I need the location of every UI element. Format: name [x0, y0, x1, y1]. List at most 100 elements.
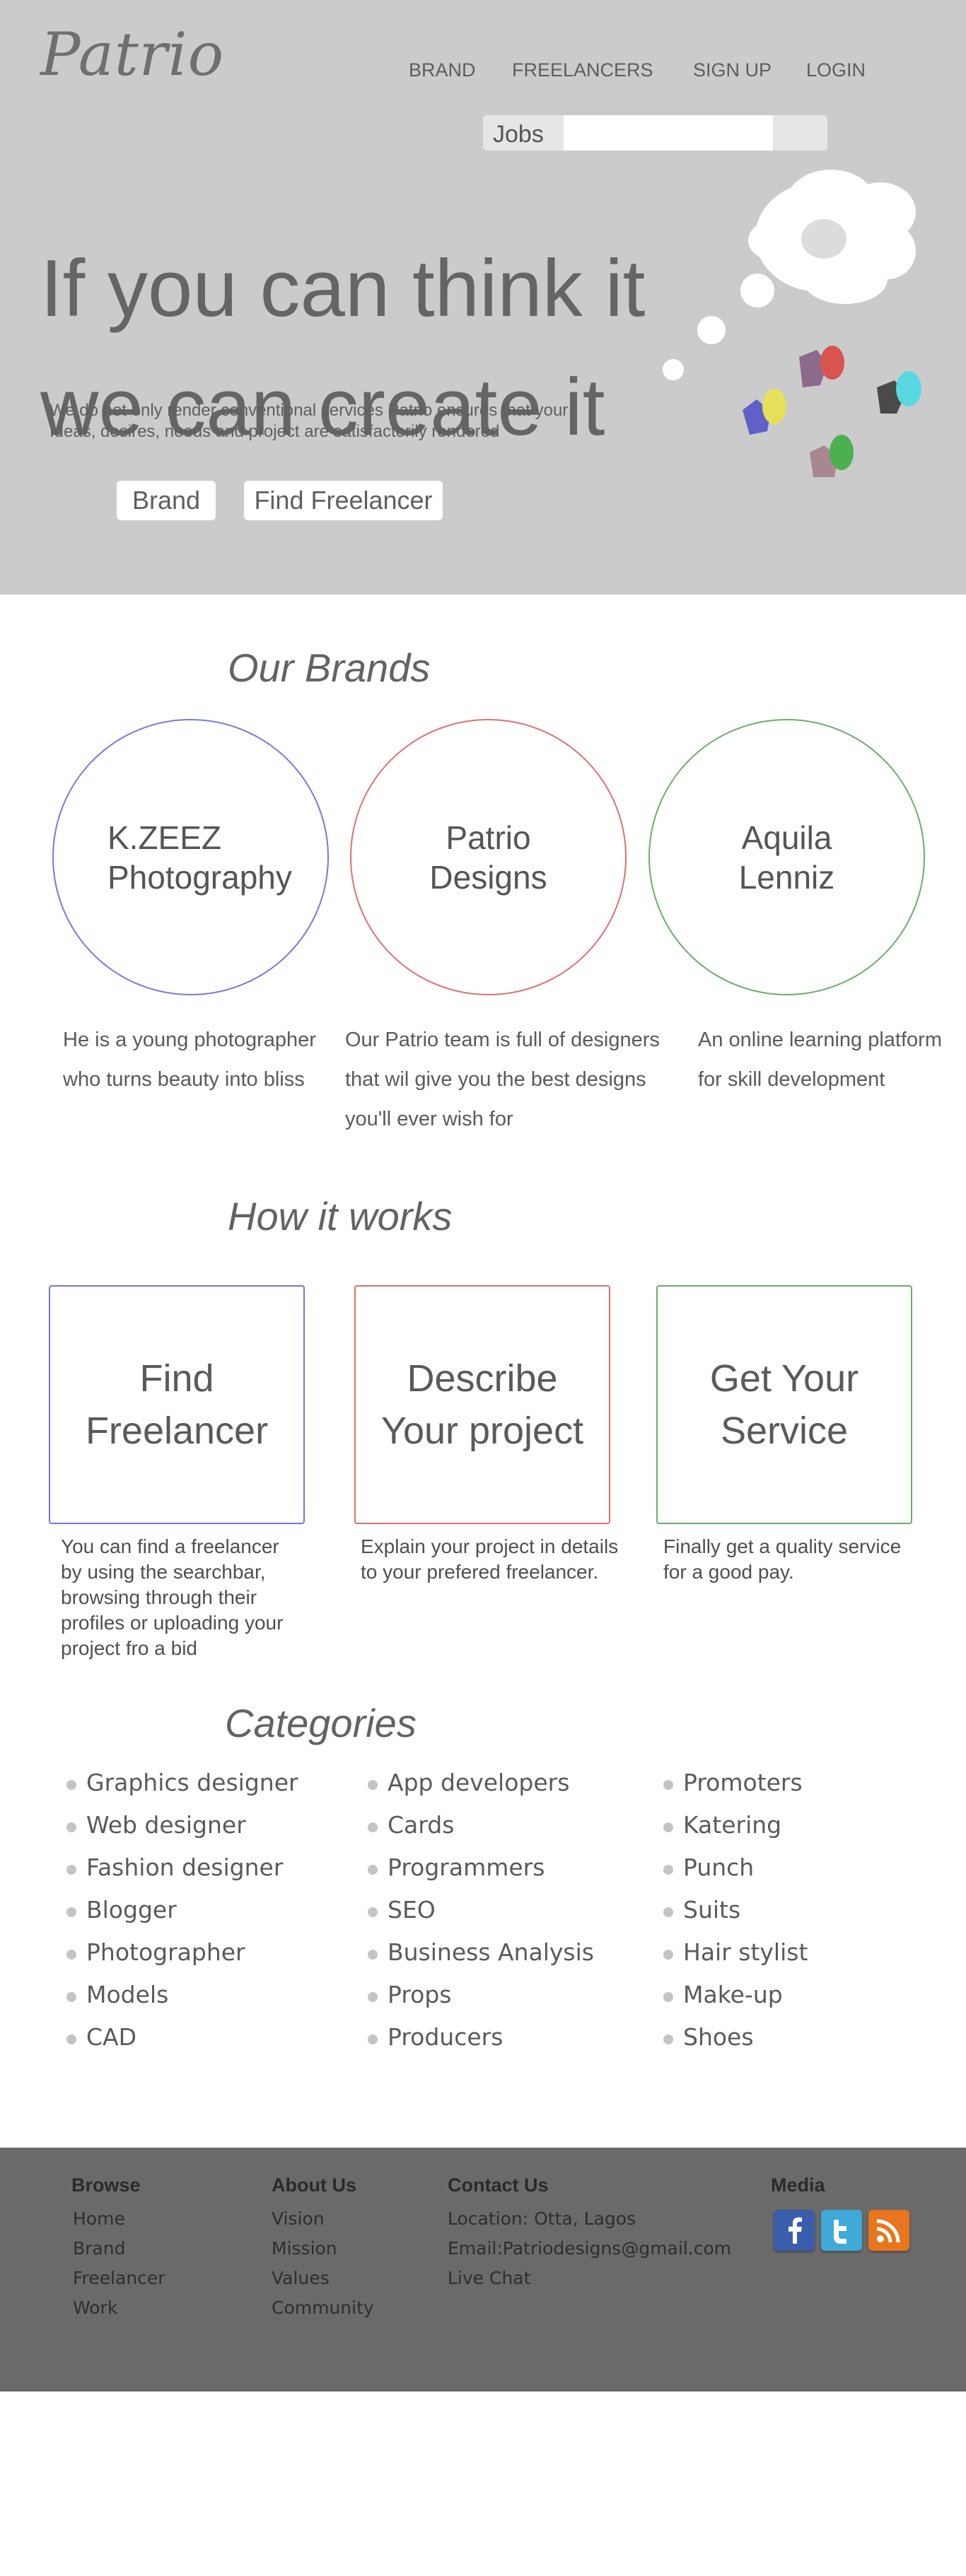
- how-title: How it works: [228, 1194, 453, 1239]
- hero-subtext-line-2: Ideas, desires, needs and project are sa…: [50, 422, 500, 441]
- brand-desc-line: He is a young photographer: [63, 1029, 316, 1051]
- step-desc-line: for a good pay.: [663, 1561, 794, 1583]
- brand-desc-line: An online learning platform: [698, 1029, 942, 1051]
- step-title-line-2: Freelancer: [85, 1410, 269, 1452]
- category-item[interactable]: Producers: [368, 2022, 594, 2064]
- footer-email[interactable]: Email:Patriodesigns@gmail.com: [448, 2234, 731, 2264]
- category-item[interactable]: Web designer: [66, 1810, 298, 1852]
- footer-link-work[interactable]: Work: [71, 2293, 165, 2323]
- step-describe-project[interactable]: Describe Your project: [354, 1285, 610, 1524]
- category-item[interactable]: Hair stylist: [663, 1937, 808, 1979]
- hero-headline-line-1: If you can think it: [40, 244, 646, 334]
- step-find-freelancer[interactable]: Find Freelancer: [49, 1285, 305, 1524]
- search-input[interactable]: [564, 115, 773, 151]
- step-desc-line: profiles or uploading your: [61, 1612, 284, 1634]
- hero-section: Patrio BRAND FREELANCERS SIGN UP LOGIN J…: [0, 0, 966, 595]
- step-title-line-1: Describe: [407, 1357, 558, 1400]
- twitter-icon[interactable]: [821, 2210, 862, 2251]
- hero-subtext: We do not only render conventional servi…: [50, 400, 601, 443]
- step-desc-service: Finally get a quality service for a good…: [663, 1534, 901, 1585]
- step-title-line-1: Find: [139, 1357, 214, 1400]
- category-item[interactable]: Katering: [663, 1810, 808, 1852]
- step-desc-line: Finally get a quality service: [663, 1535, 902, 1557]
- hero-subtext-line-1: We do not only render conventional servi…: [50, 401, 569, 420]
- facebook-icon[interactable]: [774, 2210, 815, 2251]
- footer-link-freelancer[interactable]: Freelancer: [71, 2264, 165, 2293]
- search-category-label[interactable]: Jobs: [493, 121, 544, 148]
- category-item[interactable]: CAD: [66, 2022, 298, 2064]
- category-item[interactable]: Make-up: [663, 1979, 808, 2022]
- category-item[interactable]: Fashion designer: [66, 1852, 298, 1895]
- search-button[interactable]: [785, 115, 827, 151]
- footer-link-values[interactable]: Values: [272, 2264, 374, 2293]
- category-item[interactable]: Cards: [368, 1810, 594, 1852]
- category-item[interactable]: Props: [368, 1979, 594, 2022]
- brand-desc-line: who turns beauty into bliss: [63, 1068, 305, 1091]
- footer-heading: Contact Us: [448, 2174, 549, 2196]
- search-bar: Jobs: [483, 115, 827, 151]
- footer-location: Location: Otta, Lagos: [448, 2208, 636, 2229]
- brand-desc-patrio: Our Patrio team is full of designers tha…: [345, 1020, 660, 1139]
- ideas-shapes: [743, 346, 921, 477]
- category-item[interactable]: Models: [66, 1979, 298, 2022]
- logo[interactable]: Patrio: [40, 20, 224, 89]
- brand-name-line-2: Lenniz: [738, 858, 835, 896]
- brand-name-line-1: K.ZEEZ: [107, 819, 222, 856]
- category-item[interactable]: App developers: [368, 1767, 594, 1810]
- footer-link-home[interactable]: Home: [71, 2204, 165, 2234]
- brand-circle-patrio[interactable]: Patrio Designs: [350, 719, 627, 995]
- category-list-2: App developers Cards Programmers SEO Bus…: [368, 1767, 594, 2064]
- footer-media: Media: [771, 2174, 825, 2204]
- category-item[interactable]: Programmers: [368, 1852, 594, 1895]
- step-desc-line: by using the searchbar,: [61, 1561, 266, 1583]
- category-item[interactable]: Promoters: [663, 1767, 808, 1810]
- category-item[interactable]: Suits: [663, 1895, 808, 1937]
- footer-heading: About Us: [272, 2174, 356, 2196]
- category-item[interactable]: Photographer: [66, 1937, 298, 1979]
- brand-name-line-2: Designs: [429, 858, 547, 896]
- brand-name-line-1: Aquila: [741, 819, 832, 856]
- brand-button[interactable]: Brand: [117, 481, 216, 520]
- category-list-3: Promoters Katering Punch Suits Hair styl…: [663, 1767, 808, 2064]
- brand-desc-aquila: An online learning platform for skill de…: [698, 1020, 942, 1099]
- footer-live-chat[interactable]: Live Chat: [448, 2264, 731, 2293]
- category-item[interactable]: Blogger: [66, 1895, 298, 1937]
- category-item[interactable]: Shoes: [663, 2022, 808, 2064]
- nav-login[interactable]: LOGIN: [806, 59, 866, 81]
- category-item[interactable]: SEO: [368, 1895, 594, 1937]
- footer-heading: Media: [771, 2174, 825, 2196]
- brand-name-line-2: Photography: [107, 858, 292, 896]
- step-desc-line: to your prefered freelancer.: [361, 1561, 599, 1583]
- brand-desc-line: Our Patrio team is full of designers: [345, 1029, 660, 1051]
- step-desc-describe: Explain your project in details to your …: [361, 1534, 618, 1585]
- brand-circle-kzeez[interactable]: K.ZEEZ Photography: [52, 719, 329, 995]
- footer: Browse Home Brand Freelancer Work About …: [0, 2148, 966, 2391]
- footer-contact: Contact Us Location: Otta, Lagos Email:P…: [448, 2174, 731, 2293]
- step-title-line-1: Get Your: [709, 1357, 859, 1400]
- step-get-service[interactable]: Get Your Service: [656, 1285, 912, 1524]
- footer-browse: Browse Home Brand Freelancer Work: [71, 2174, 165, 2323]
- rss-icon[interactable]: [868, 2210, 909, 2251]
- footer-about: About Us Vision Mission Values Community: [272, 2174, 374, 2323]
- footer-link-community[interactable]: Community: [272, 2293, 374, 2323]
- nav-freelancers[interactable]: FREELANCERS: [512, 59, 653, 81]
- brand-name-line-1: Patrio: [446, 819, 531, 856]
- category-item[interactable]: Punch: [663, 1852, 808, 1895]
- footer-link-brand[interactable]: Brand: [71, 2234, 165, 2264]
- thought-cloud-icon: [663, 170, 916, 380]
- find-freelancer-button[interactable]: Find Freelancer: [244, 481, 443, 520]
- nav-brand[interactable]: BRAND: [409, 59, 476, 81]
- nav-sign-up[interactable]: SIGN UP: [693, 59, 772, 81]
- brand-desc-line: you'll ever wish for: [345, 1108, 513, 1130]
- brand-desc-kzeez: He is a young photographer who turns bea…: [63, 1020, 316, 1099]
- step-title-line-2: Service: [720, 1410, 849, 1452]
- step-desc-find: You can find a freelancer by using the s…: [61, 1534, 283, 1661]
- footer-link-vision[interactable]: Vision: [272, 2204, 374, 2234]
- brand-desc-line: for skill development: [698, 1068, 885, 1091]
- category-item[interactable]: Graphics designer: [66, 1767, 298, 1810]
- step-desc-line: Explain your project in details: [361, 1535, 619, 1557]
- brand-circle-aquila[interactable]: Aquila Lenniz: [648, 719, 925, 995]
- footer-link-mission[interactable]: Mission: [272, 2234, 374, 2264]
- category-item[interactable]: Business Analysis: [368, 1937, 594, 1979]
- step-desc-line: You can find a freelancer: [61, 1535, 279, 1557]
